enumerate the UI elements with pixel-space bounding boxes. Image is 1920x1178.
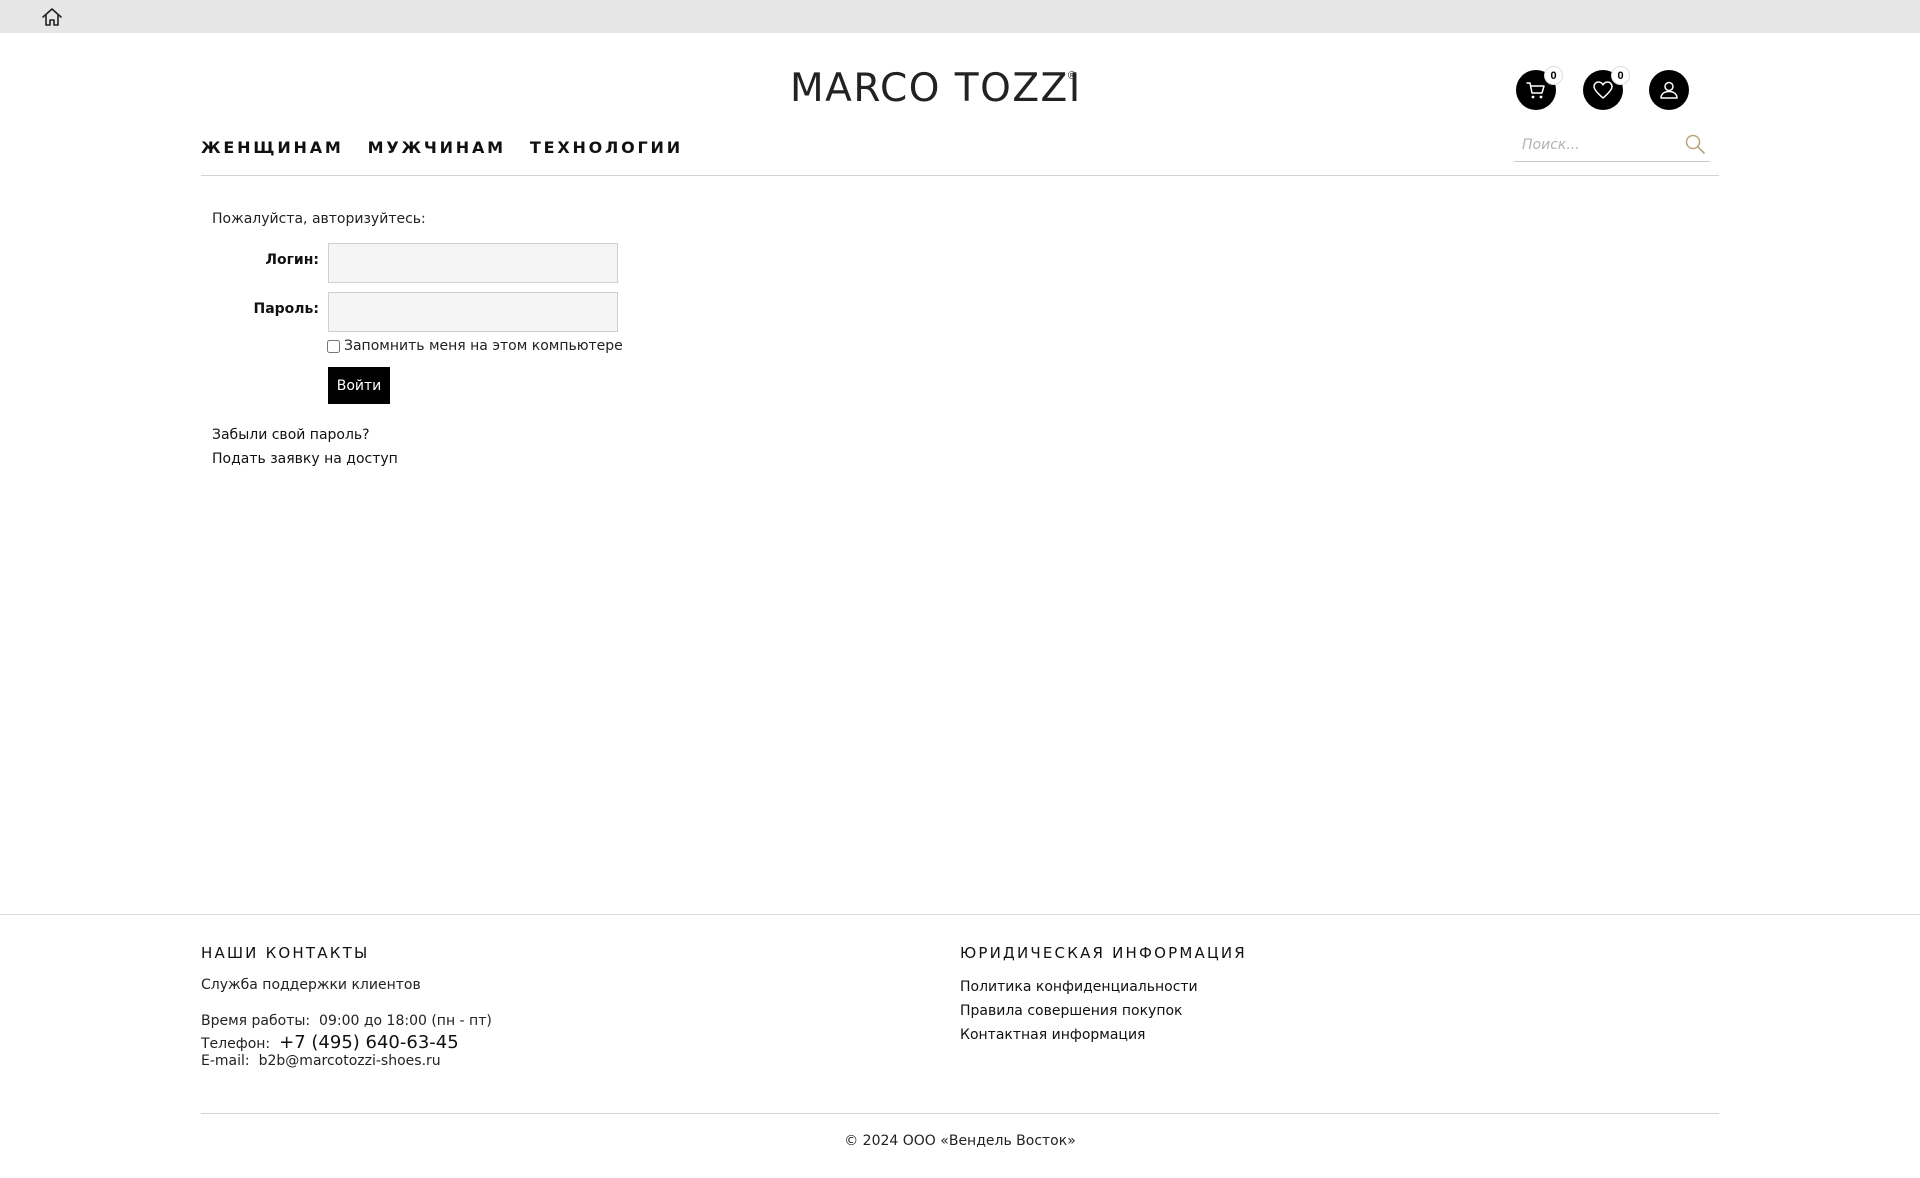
remember-me: Запомнить меня на этом компьютере (327, 338, 623, 354)
phone-label: Телефон: (201, 1036, 271, 1052)
logo-text: MARCO TOZZI (790, 66, 1082, 111)
contact-info-link[interactable]: Контактная информация (960, 1027, 1145, 1043)
remember-label[interactable]: Запомнить меня на этом компьютере (344, 338, 623, 354)
password-label: Пароль: (253, 301, 319, 317)
registered-mark: ® (1067, 70, 1076, 82)
purchase-rules-link[interactable]: Правила совершения покупок (960, 1003, 1183, 1019)
cart-count-badge: 0 (1544, 66, 1563, 85)
email-row: E-mail: b2b@marcotozzi-shoes.ru (201, 1053, 441, 1069)
forgot-password-link[interactable]: Забыли свой пароль? (212, 427, 370, 443)
privacy-policy-link[interactable]: Политика конфиденциальности (960, 979, 1198, 995)
brand-logo[interactable]: MARCO TOZZI ® (790, 66, 1080, 112)
wishlist-count-badge: 0 (1611, 66, 1630, 85)
phone-row: Телефон: +7 (495) 640-63-45 (201, 1032, 459, 1053)
nav-women[interactable]: ЖЕНЩИНАМ (201, 138, 344, 157)
search-icon[interactable] (1684, 133, 1706, 155)
remember-checkbox[interactable] (327, 339, 340, 353)
request-access-link[interactable]: Подать заявку на доступ (212, 451, 398, 467)
login-label: Логин: (265, 252, 319, 268)
support-text: Служба поддержки клиентов (201, 977, 421, 993)
search-input[interactable] (1522, 134, 1672, 156)
contacts-heading: НАШИ КОНТАКТЫ (201, 944, 370, 962)
account-button[interactable] (1649, 70, 1689, 110)
footer-divider-bottom (201, 1113, 1719, 1114)
hours-label: Время работы: (201, 1013, 311, 1029)
working-hours: Время работы: 09:00 до 18:00 (пн - пт) (201, 1013, 492, 1029)
email-label: E-mail: (201, 1053, 250, 1069)
cart-button[interactable]: 0 (1516, 66, 1563, 110)
legal-heading: ЮРИДИЧЕСКАЯ ИНФОРМАЦИЯ (960, 944, 1247, 962)
footer-divider-top (0, 914, 1920, 915)
nav-men[interactable]: МУЖЧИНАМ (368, 138, 506, 157)
home-icon[interactable] (41, 7, 63, 27)
header-divider (201, 175, 1719, 176)
heart-icon (1593, 81, 1613, 99)
password-field[interactable] (328, 292, 618, 332)
cart-icon (1526, 82, 1545, 99)
wishlist-button[interactable]: 0 (1583, 66, 1630, 110)
nav-technologies[interactable]: ТЕХНОЛОГИИ (530, 138, 683, 157)
phone-link[interactable]: +7 (495) 640-63-45 (279, 1032, 459, 1053)
email-link[interactable]: b2b@marcotozzi-shoes.ru (259, 1053, 441, 1069)
user-icon (1660, 81, 1678, 99)
login-field[interactable] (328, 243, 618, 283)
top-bar (0, 0, 1920, 33)
login-button[interactable]: Войти (328, 367, 390, 404)
hours-value: 09:00 до 18:00 (пн - пт) (319, 1013, 492, 1029)
copyright: © 2024 ООО «Вендель Восток» (844, 1133, 1076, 1149)
auth-prompt: Пожалуйста, авторизуйтесь: (212, 211, 426, 227)
search-box (1514, 128, 1710, 162)
main-nav: ЖЕНЩИНАМ МУЖЧИНАМ ТЕХНОЛОГИИ (201, 138, 707, 157)
